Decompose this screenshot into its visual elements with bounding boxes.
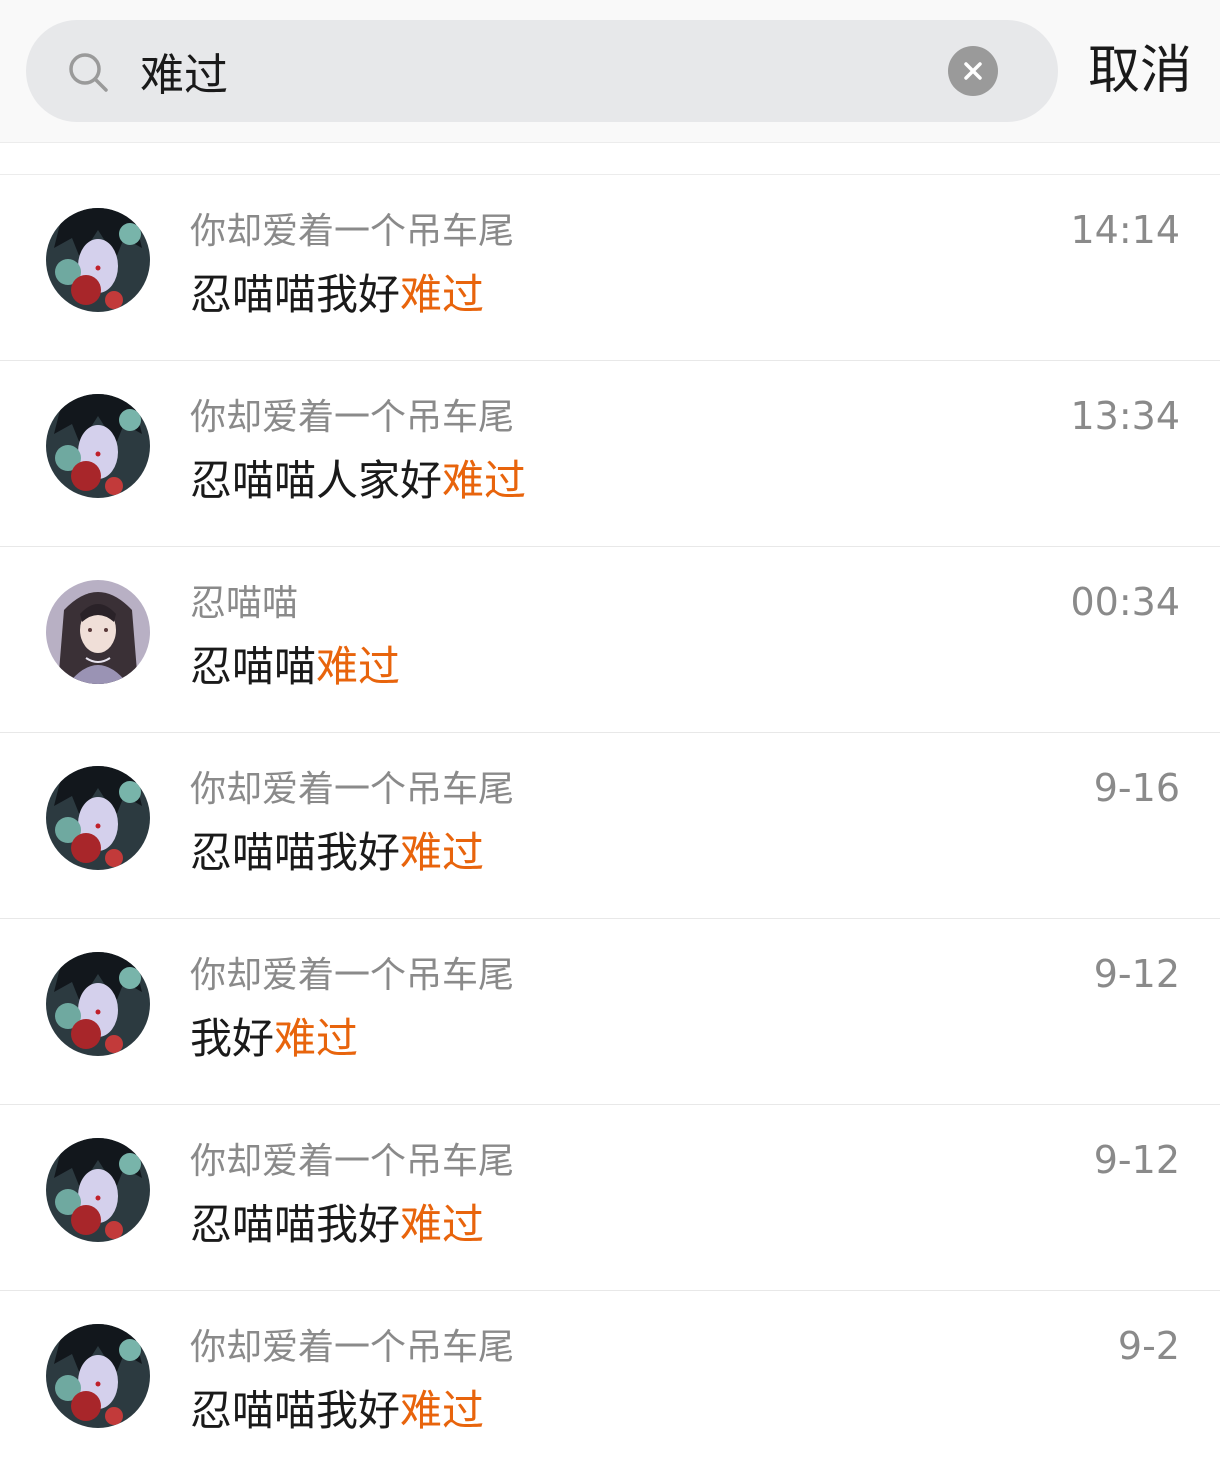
cancel-button[interactable]: 取消 <box>1080 36 1200 106</box>
avatar <box>46 952 150 1056</box>
sender-name: 你却爱着一个吊车尾 <box>190 955 515 996</box>
sender-name: 你却爱着一个吊车尾 <box>190 1141 515 1182</box>
message-text: 我好难过 <box>190 1011 358 1067</box>
list-spacer <box>0 143 1220 175</box>
timestamp: 13:34 <box>1070 394 1180 438</box>
result-row[interactable]: 你却爱着一个吊车尾 忍喵喵我好难过 9-2 <box>0 1291 1220 1461</box>
avatar <box>46 580 150 684</box>
clear-search-button[interactable] <box>948 46 998 96</box>
timestamp: 9-16 <box>1093 766 1180 810</box>
timestamp: 9-12 <box>1093 952 1180 996</box>
message-text: 忍喵喵人家好难过 <box>190 453 526 509</box>
result-row[interactable]: 你却爱着一个吊车尾 忍喵喵我好难过 9-16 <box>0 733 1220 919</box>
sender-name: 你却爱着一个吊车尾 <box>190 397 515 438</box>
search-icon <box>66 50 110 94</box>
message-prefix: 忍喵喵人家好 <box>190 456 443 505</box>
message-text: 忍喵喵我好难过 <box>190 267 484 323</box>
result-row[interactable]: 你却爱着一个吊车尾 我好难过 9-12 <box>0 919 1220 1105</box>
message-prefix: 忍喵喵我好 <box>190 270 401 319</box>
timestamp: 14:14 <box>1070 208 1180 252</box>
message-highlight: 难过 <box>400 1386 485 1435</box>
result-row[interactable]: 你却爱着一个吊车尾 忍喵喵我好难过 9-12 <box>0 1105 1220 1291</box>
message-text: 忍喵喵难过 <box>190 639 400 695</box>
search-results-list: 你却爱着一个吊车尾 忍喵喵我好难过 14:14 你却爱着一个吊车尾 忍喵喵人家好… <box>0 175 1220 1461</box>
avatar <box>46 766 150 870</box>
message-text: 忍喵喵我好难过 <box>190 1197 484 1253</box>
message-prefix: 忍喵喵我好 <box>190 1386 401 1435</box>
message-prefix: 忍喵喵我好 <box>190 1200 401 1249</box>
message-prefix: 忍喵喵 <box>190 642 317 691</box>
timestamp: 9-2 <box>1117 1324 1180 1368</box>
message-highlight: 难过 <box>400 270 485 319</box>
result-row[interactable]: 你却爱着一个吊车尾 忍喵喵我好难过 14:14 <box>0 175 1220 361</box>
message-text: 忍喵喵我好难过 <box>190 825 484 881</box>
search-header: 取消 <box>0 0 1220 143</box>
message-highlight: 难过 <box>400 828 485 877</box>
avatar <box>46 1138 150 1242</box>
message-highlight: 难过 <box>442 456 527 505</box>
message-highlight: 难过 <box>316 642 401 691</box>
message-prefix: 我好 <box>190 1014 275 1063</box>
result-row[interactable]: 忍喵喵 忍喵喵难过 00:34 <box>0 547 1220 733</box>
result-row[interactable]: 你却爱着一个吊车尾 忍喵喵人家好难过 13:34 <box>0 361 1220 547</box>
avatar <box>46 394 150 498</box>
avatar <box>46 208 150 312</box>
search-input[interactable] <box>140 26 900 116</box>
message-prefix: 忍喵喵我好 <box>190 828 401 877</box>
timestamp: 00:34 <box>1070 580 1180 624</box>
message-text: 忍喵喵我好难过 <box>190 1383 484 1439</box>
timestamp: 9-12 <box>1093 1138 1180 1182</box>
sender-name: 你却爱着一个吊车尾 <box>190 1327 515 1368</box>
message-highlight: 难过 <box>274 1014 359 1063</box>
avatar <box>46 1324 150 1428</box>
sender-name: 你却爱着一个吊车尾 <box>190 769 515 810</box>
close-icon <box>964 62 982 80</box>
sender-name: 你却爱着一个吊车尾 <box>190 211 515 252</box>
sender-name: 忍喵喵 <box>190 583 299 624</box>
message-highlight: 难过 <box>400 1200 485 1249</box>
